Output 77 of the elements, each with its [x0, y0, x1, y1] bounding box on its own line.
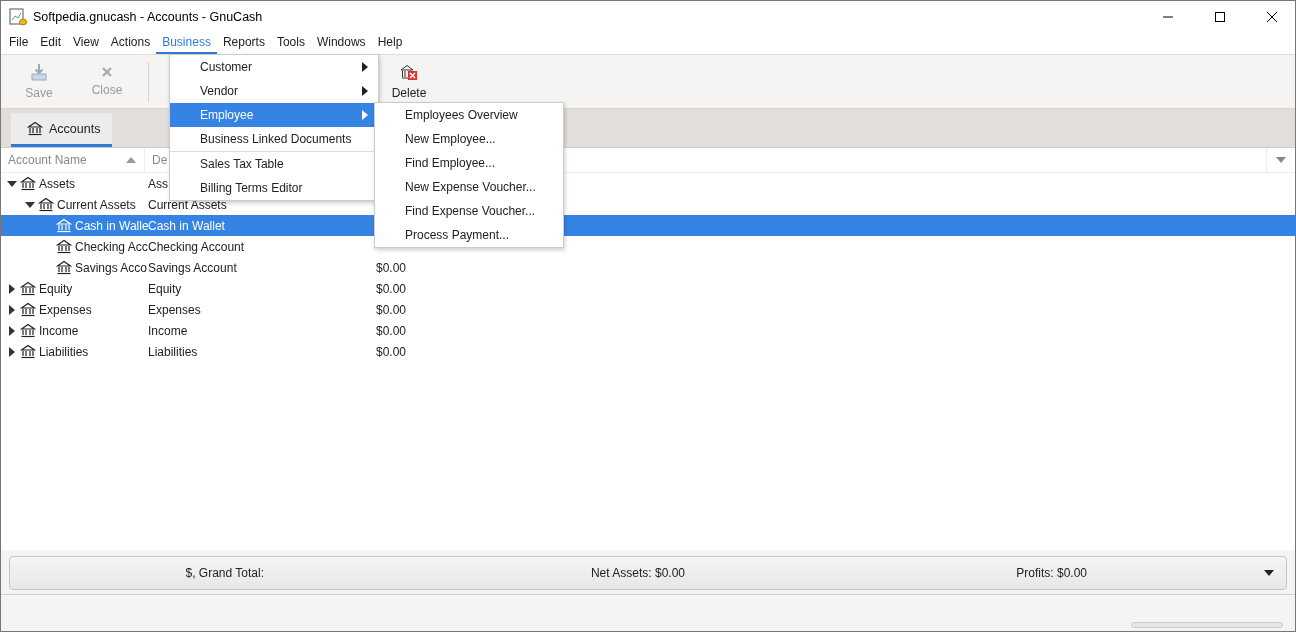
account-total: $0.00: [376, 260, 407, 275]
account-name: Cash in Walle: [75, 218, 149, 233]
close-icon: [1266, 10, 1278, 23]
profits-label: Profits: $0.00: [1015, 566, 1087, 580]
bank-icon: [20, 175, 36, 192]
close-icon: [101, 66, 113, 78]
menu-item[interactable]: Tools: [270, 32, 311, 54]
account-total: $0.00: [376, 302, 407, 317]
column-header[interactable]: De: [152, 153, 168, 167]
menu-entry[interactable]: Find Employee...: [375, 151, 563, 175]
menu-item[interactable]: Help: [371, 32, 409, 54]
account-description: Expenses: [148, 302, 201, 317]
account-total: $0.00: [376, 281, 407, 296]
menu-entry[interactable]: Customer: [170, 55, 378, 79]
menu-entry[interactable]: New Employee...: [375, 127, 563, 151]
grand-total-label: $, Grand Total:: [184, 566, 264, 580]
account-description: Liabilities: [148, 344, 198, 359]
app-icon: [9, 7, 27, 26]
account-name: Savings Acco: [75, 260, 148, 275]
bank-icon: [20, 280, 36, 297]
menu-item[interactable]: Reports: [216, 32, 271, 54]
column-chooser-arrow-icon[interactable]: [1276, 157, 1286, 163]
account-name: Equity: [39, 281, 73, 296]
account-name: Expenses: [39, 302, 92, 317]
expanded-arrow-icon[interactable]: [25, 199, 35, 210]
bank-icon: [20, 301, 36, 318]
bank-icon: [38, 196, 54, 213]
menu-entry[interactable]: New Expense Voucher...: [375, 175, 563, 199]
submenu-arrow-icon: [362, 110, 368, 120]
menu-item[interactable]: Windows: [310, 32, 372, 54]
menu-entry[interactable]: Employees Overview: [375, 103, 563, 127]
collapsed-arrow-icon[interactable]: [7, 283, 17, 294]
menu-entry[interactable]: Billing Terms Editor: [170, 176, 378, 200]
accounts-tab[interactable]: Accounts: [11, 113, 113, 147]
account-description: Savings Account: [148, 260, 237, 275]
account-name: Checking Acc: [75, 239, 148, 254]
account-total: $0.00: [376, 344, 407, 359]
menu-item[interactable]: Actions: [104, 32, 157, 54]
account-description: Equity: [148, 281, 182, 296]
menu-entry[interactable]: Sales Tax Table: [170, 152, 378, 176]
menu-entry[interactable]: Vendor: [170, 79, 378, 103]
submenu-arrow-icon: [362, 62, 368, 72]
collapsed-arrow-icon[interactable]: [7, 346, 17, 357]
account-description: Current Assets: [148, 197, 227, 212]
bank-icon: [20, 322, 36, 339]
column-header[interactable]: Account Name: [8, 153, 87, 167]
account-total: $0.00: [376, 323, 407, 338]
save-icon: [31, 63, 47, 81]
menu-item[interactable]: Edit: [34, 32, 68, 54]
delete-account-icon: [400, 63, 418, 81]
dropdown-arrow-icon[interactable]: [1264, 570, 1274, 576]
account-description: Ass: [148, 176, 168, 191]
account-name: Income: [39, 323, 79, 338]
account-description: Cash in Wallet: [148, 218, 225, 233]
bank-icon: [56, 217, 72, 234]
account-name: Liabilities: [39, 344, 89, 359]
maximize-icon: [1214, 10, 1226, 23]
bank-icon: [56, 259, 72, 276]
net-assets-label: Net Assets: $0.00: [589, 566, 685, 580]
bank-icon: [20, 343, 36, 360]
account-description: Checking Account: [148, 239, 245, 254]
collapsed-arrow-icon[interactable]: [7, 325, 17, 336]
window-title: Softpedia.gnucash - Accounts - GnuCash: [33, 9, 264, 24]
collapsed-arrow-icon[interactable]: [7, 304, 17, 315]
account-description: Income: [148, 323, 188, 338]
expanded-arrow-icon[interactable]: [7, 178, 17, 189]
account-name: Current Assets: [57, 197, 136, 212]
account-name: Assets: [39, 176, 75, 191]
bank-icon: [27, 120, 43, 137]
bank-icon: [56, 238, 72, 255]
menu-item[interactable]: View: [67, 32, 105, 54]
menu-item[interactable]: File: [3, 32, 35, 54]
menu-entry[interactable]: Process Payment...: [375, 223, 563, 247]
submenu-arrow-icon: [362, 86, 368, 96]
menu-entry[interactable]: Find Expense Voucher...: [375, 199, 563, 223]
menu-entry[interactable]: Business Linked Documents: [170, 127, 378, 151]
sort-ascending-icon: [126, 157, 136, 163]
